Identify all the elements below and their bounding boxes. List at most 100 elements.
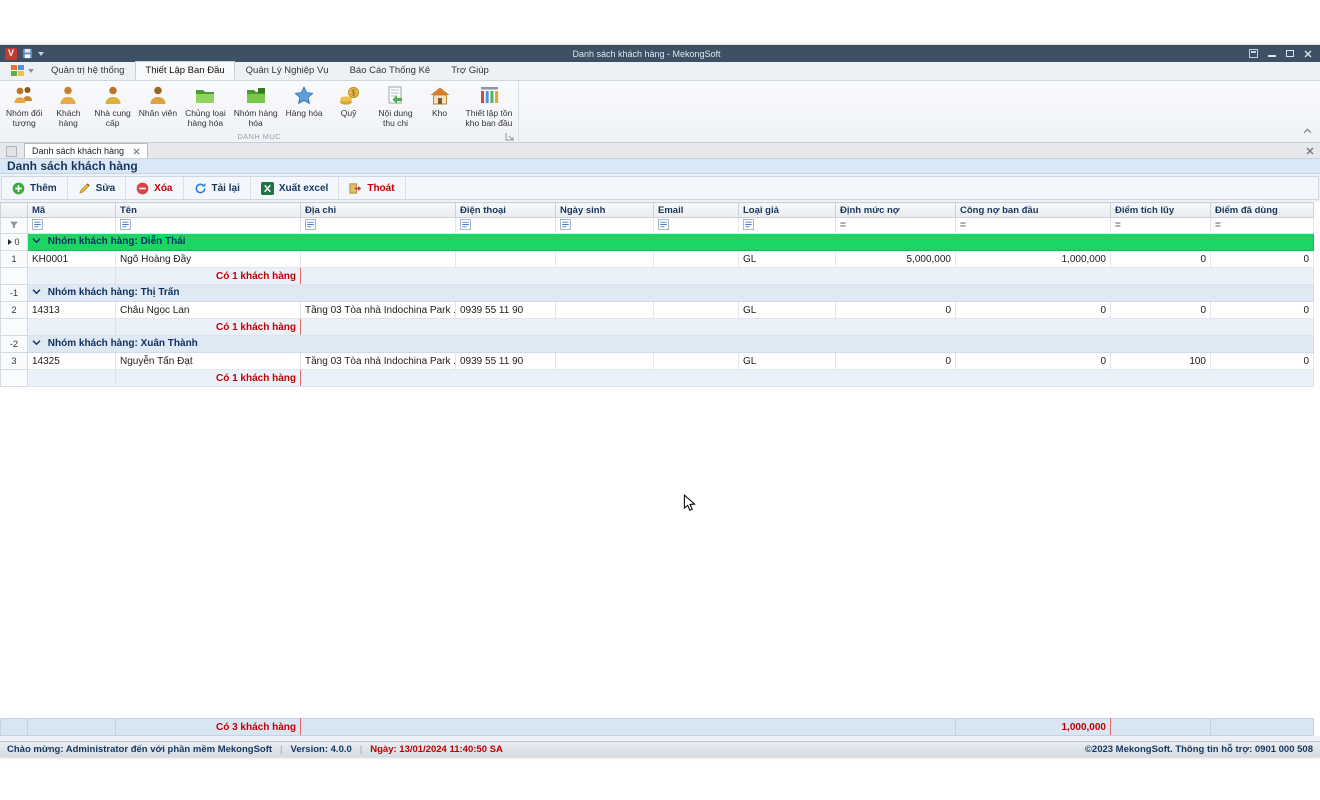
- app-logo-icon[interactable]: V: [5, 48, 17, 60]
- cell-cong-no-ban-dau[interactable]: 1,000,000: [956, 251, 1111, 268]
- filter-cell-dinh-muc-no[interactable]: =: [836, 218, 956, 234]
- xuat-excel-button[interactable]: Xuất excel: [251, 177, 339, 199]
- ribbon-item-chung-loai-hang-hoa[interactable]: Chủng loại hàng hóa: [181, 82, 230, 129]
- cell-ten[interactable]: Nguyễn Tấn Đạt: [116, 353, 301, 370]
- application-menu-button[interactable]: [5, 63, 40, 80]
- filter-cell-ma[interactable]: [28, 218, 116, 234]
- col-header-loai-gia[interactable]: Loại giá: [739, 203, 836, 218]
- cell-dia-chi[interactable]: Tầng 03 Tòa nhà Indochina Park ...: [301, 302, 456, 319]
- col-header-diem-tich-luy[interactable]: Điểm tích lũy: [1111, 203, 1211, 218]
- filter-cell-email[interactable]: [654, 218, 739, 234]
- cell-dinh-muc-no[interactable]: 0: [836, 353, 956, 370]
- col-header-dia-chi[interactable]: Địa chỉ: [301, 203, 456, 218]
- cell-dinh-muc-no[interactable]: 0: [836, 302, 956, 319]
- cell-email[interactable]: [654, 302, 739, 319]
- cell-ngay-sinh[interactable]: [556, 353, 654, 370]
- cell-ten[interactable]: Châu Ngọc Lan: [116, 302, 301, 319]
- table-row[interactable]: 1 KH0001 Ngô Hoàng Đầy GL 5,000,000 1,00…: [1, 251, 1314, 268]
- tab-scroll-button[interactable]: [6, 146, 17, 157]
- cell-dia-chi[interactable]: Tầng 03 Tòa nhà Indochina Park ...: [301, 353, 456, 370]
- sua-button[interactable]: Sửa: [68, 177, 126, 199]
- xoa-button[interactable]: Xóa: [126, 177, 183, 199]
- table-row[interactable]: 2 14313 Châu Ngọc Lan Tầng 03 Tòa nhà In…: [1, 302, 1314, 319]
- minimize-icon[interactable]: [1268, 55, 1276, 57]
- cell-ma[interactable]: 14325: [28, 353, 116, 370]
- save-icon[interactable]: [22, 48, 33, 59]
- col-header-ma[interactable]: Mã: [28, 203, 116, 218]
- ribbon-tab-quan-ly-nghiep-vu[interactable]: Quản Lý Nghiệp Vụ: [236, 61, 339, 80]
- col-header-dinh-muc-no[interactable]: Định mức nợ: [836, 203, 956, 218]
- cell-email[interactable]: [654, 251, 739, 268]
- dialog-launcher-icon[interactable]: [505, 132, 514, 141]
- ribbon-item-quy[interactable]: $ Quỹ: [327, 82, 371, 119]
- tab-close-icon[interactable]: [133, 148, 140, 155]
- ribbon-item-hang-hoa[interactable]: Hàng hóa: [282, 82, 327, 119]
- col-header-email[interactable]: Email: [654, 203, 739, 218]
- col-header-dien-thoai[interactable]: Điện thoại: [456, 203, 556, 218]
- filter-cell-diem-tich-luy[interactable]: =: [1111, 218, 1211, 234]
- quick-access-dropdown-icon[interactable]: [38, 52, 44, 56]
- ribbon-tab-bao-cao-thong-ke[interactable]: Báo Cáo Thống Kê: [340, 61, 441, 80]
- ribbon-item-khach-hang[interactable]: Khách hàng: [46, 82, 90, 129]
- close-icon[interactable]: [1304, 50, 1312, 58]
- cell-ten[interactable]: Ngô Hoàng Đầy: [116, 251, 301, 268]
- cell-diem-tich-luy[interactable]: 0: [1111, 302, 1211, 319]
- cell-dien-thoai[interactable]: 0939 55 11 90: [456, 353, 556, 370]
- group-row[interactable]: 0 Nhóm khách hàng: Diễn Thái: [1, 234, 1314, 251]
- cell-dien-thoai[interactable]: [456, 251, 556, 268]
- filter-cell-ngay-sinh[interactable]: [556, 218, 654, 234]
- cell-diem-da-dung[interactable]: 0: [1211, 251, 1314, 268]
- ribbon-item-nhan-vien[interactable]: Nhân viên: [135, 82, 181, 119]
- ribbon-item-nhom-doi-tuong[interactable]: Nhóm đối tượng: [2, 82, 46, 129]
- group-collapse-icon[interactable]: [32, 287, 41, 298]
- cell-diem-tich-luy[interactable]: 0: [1111, 251, 1211, 268]
- ribbon-collapse-icon[interactable]: [1303, 121, 1312, 139]
- cell-diem-da-dung[interactable]: 0: [1211, 302, 1314, 319]
- ribbon-tab-tro-giup[interactable]: Trợ Giúp: [441, 61, 499, 80]
- filter-cell-loai-gia[interactable]: [739, 218, 836, 234]
- maximize-icon[interactable]: [1286, 50, 1294, 57]
- cell-diem-da-dung[interactable]: 0: [1211, 353, 1314, 370]
- col-header-diem-da-dung[interactable]: Điểm đã dùng: [1211, 203, 1314, 218]
- tai-lai-button[interactable]: Tải lại: [184, 177, 251, 199]
- table-row[interactable]: 3 14325 Nguyễn Tấn Đạt Tầng 03 Tòa nhà I…: [1, 353, 1314, 370]
- filter-cell-cong-no-ban-dau[interactable]: =: [956, 218, 1111, 234]
- ribbon-item-nhom-hang-hoa[interactable]: Nhóm hàng hóa: [230, 82, 282, 129]
- thoat-button[interactable]: Thoát: [339, 177, 405, 199]
- cell-cong-no-ban-dau[interactable]: 0: [956, 302, 1111, 319]
- ribbon-item-noi-dung-thu-chi[interactable]: Nội dung thu chi: [374, 82, 418, 129]
- group-collapse-icon[interactable]: [32, 236, 41, 247]
- cell-dinh-muc-no[interactable]: 5,000,000: [836, 251, 956, 268]
- col-header-cong-no-ban-dau[interactable]: Công nợ ban đầu: [956, 203, 1111, 218]
- col-header-ngay-sinh[interactable]: Ngày sinh: [556, 203, 654, 218]
- cell-cong-no-ban-dau[interactable]: 0: [956, 353, 1111, 370]
- them-button[interactable]: Thêm: [2, 177, 68, 199]
- cell-loai-gia[interactable]: GL: [739, 302, 836, 319]
- cell-ma[interactable]: 14313: [28, 302, 116, 319]
- strip-close-icon[interactable]: [1306, 147, 1314, 155]
- filter-cell-ten[interactable]: [116, 218, 301, 234]
- cell-email[interactable]: [654, 353, 739, 370]
- cell-loai-gia[interactable]: GL: [739, 353, 836, 370]
- ribbon-item-nha-cung-cap[interactable]: Nhà cung cấp: [90, 82, 134, 129]
- cell-loai-gia[interactable]: GL: [739, 251, 836, 268]
- cell-diem-tich-luy[interactable]: 100: [1111, 353, 1211, 370]
- ribbon-item-kho[interactable]: Kho: [418, 82, 462, 119]
- cell-ma[interactable]: KH0001: [28, 251, 116, 268]
- ribbon-style-icon[interactable]: [1249, 49, 1258, 58]
- cell-ngay-sinh[interactable]: [556, 302, 654, 319]
- cell-dien-thoai[interactable]: 0939 55 11 90: [456, 302, 556, 319]
- cell-ngay-sinh[interactable]: [556, 251, 654, 268]
- filter-cell-dia-chi[interactable]: [301, 218, 456, 234]
- group-row[interactable]: -2 Nhóm khách hàng: Xuân Thành: [1, 336, 1314, 353]
- filter-cell-dien-thoai[interactable]: [456, 218, 556, 234]
- ribbon-tab-quan-tri-he-thong[interactable]: Quản trị hệ thống: [41, 61, 134, 80]
- ribbon-tab-thiet-lap-ban-dau[interactable]: Thiết Lập Ban Đầu: [135, 61, 234, 80]
- doc-tab-danh-sach-khach-hang[interactable]: Danh sách khách hàng: [24, 143, 148, 158]
- filter-cell-diem-da-dung[interactable]: =: [1211, 218, 1314, 234]
- cell-dia-chi[interactable]: [301, 251, 456, 268]
- ribbon-item-thiet-lap-ton-kho[interactable]: Thiết lập tồn kho ban đầu: [462, 82, 517, 129]
- group-row[interactable]: -1 Nhóm khách hàng: Thị Trấn: [1, 285, 1314, 302]
- group-collapse-icon[interactable]: [32, 338, 41, 349]
- col-header-ten[interactable]: Tên: [116, 203, 301, 218]
